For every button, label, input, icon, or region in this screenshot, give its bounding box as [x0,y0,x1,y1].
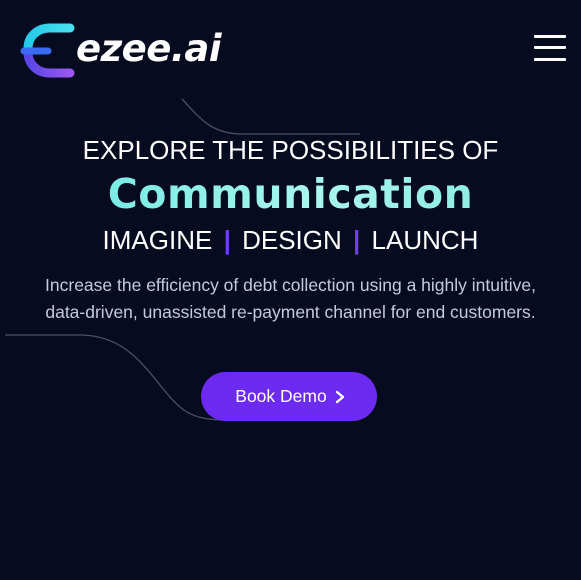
hamburger-menu-icon-bar [534,46,566,49]
tagline-design: DESIGN [242,225,342,255]
site-header: ezee.ai [0,0,581,100]
ezee-logo[interactable]: ezee.ai [20,18,222,82]
tagline-separator: | [353,225,361,255]
hamburger-menu-button[interactable] [534,33,566,63]
hero-eyebrow: EXPLORE THE POSSIBILITIES OF [82,135,499,165]
book-demo-label: Book Demo [235,386,327,406]
hero-tagline: IMAGINE | DESIGN | LAUNCH [0,225,581,256]
hero-description: Increase the efficiency of debt collecti… [45,275,536,322]
tagline-imagine: IMAGINE [102,225,213,255]
ezee-logo-icon [20,23,75,78]
hero-title: Communication [0,170,581,218]
decorative-curve-top [181,98,360,135]
chevron-right-icon [335,390,344,403]
hamburger-menu-icon [534,35,566,38]
tagline-launch: LAUNCH [371,225,479,255]
logo-wordmark: ezee.ai [76,26,222,70]
page: ezee.ai EXPLORE THE POSSIBILITIES OF Com… [0,0,581,580]
decorative-curve-left [5,334,226,421]
hamburger-menu-icon-bar [534,58,566,61]
book-demo-button[interactable]: Book Demo [201,372,377,421]
tagline-separator: | [223,225,231,255]
